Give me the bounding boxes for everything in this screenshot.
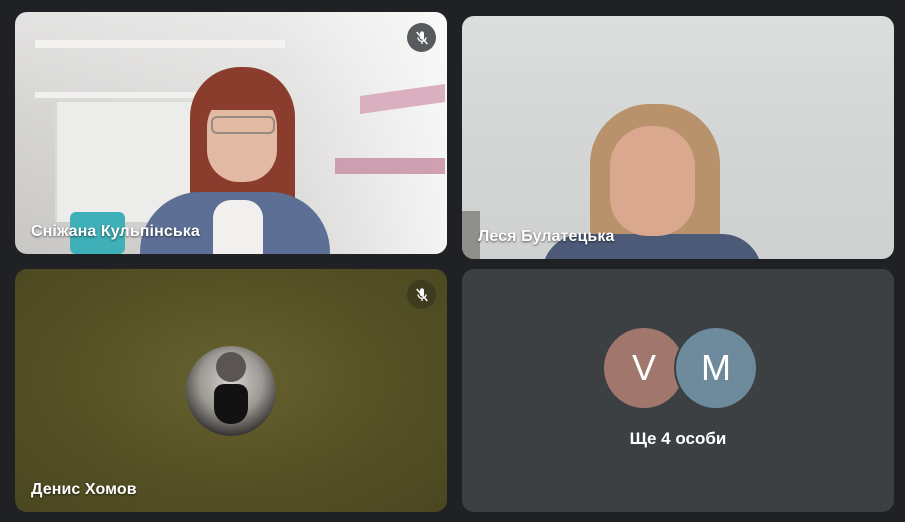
more-participants-tile[interactable]: V M Ще 4 особи [462, 269, 894, 512]
avatar [186, 346, 276, 436]
participant-name: Денис Хомов [31, 481, 137, 498]
participant-tile-3[interactable]: Денис Хомов [15, 269, 447, 512]
mic-off-icon [407, 23, 436, 52]
avatar: V [604, 328, 684, 408]
avatar: M [676, 328, 756, 408]
participant-name: Леся Булатецька [478, 228, 615, 245]
participant-name: Сніжана Кульпінська [31, 223, 200, 240]
more-participants-label: Ще 4 особи [629, 429, 727, 448]
participant-tile-1[interactable]: Сніжана Кульпінська [15, 12, 447, 254]
participant-tile-2[interactable]: Леся Булатецька [462, 16, 894, 259]
overflow-avatars: V M [604, 328, 756, 408]
mic-off-icon [407, 280, 436, 309]
